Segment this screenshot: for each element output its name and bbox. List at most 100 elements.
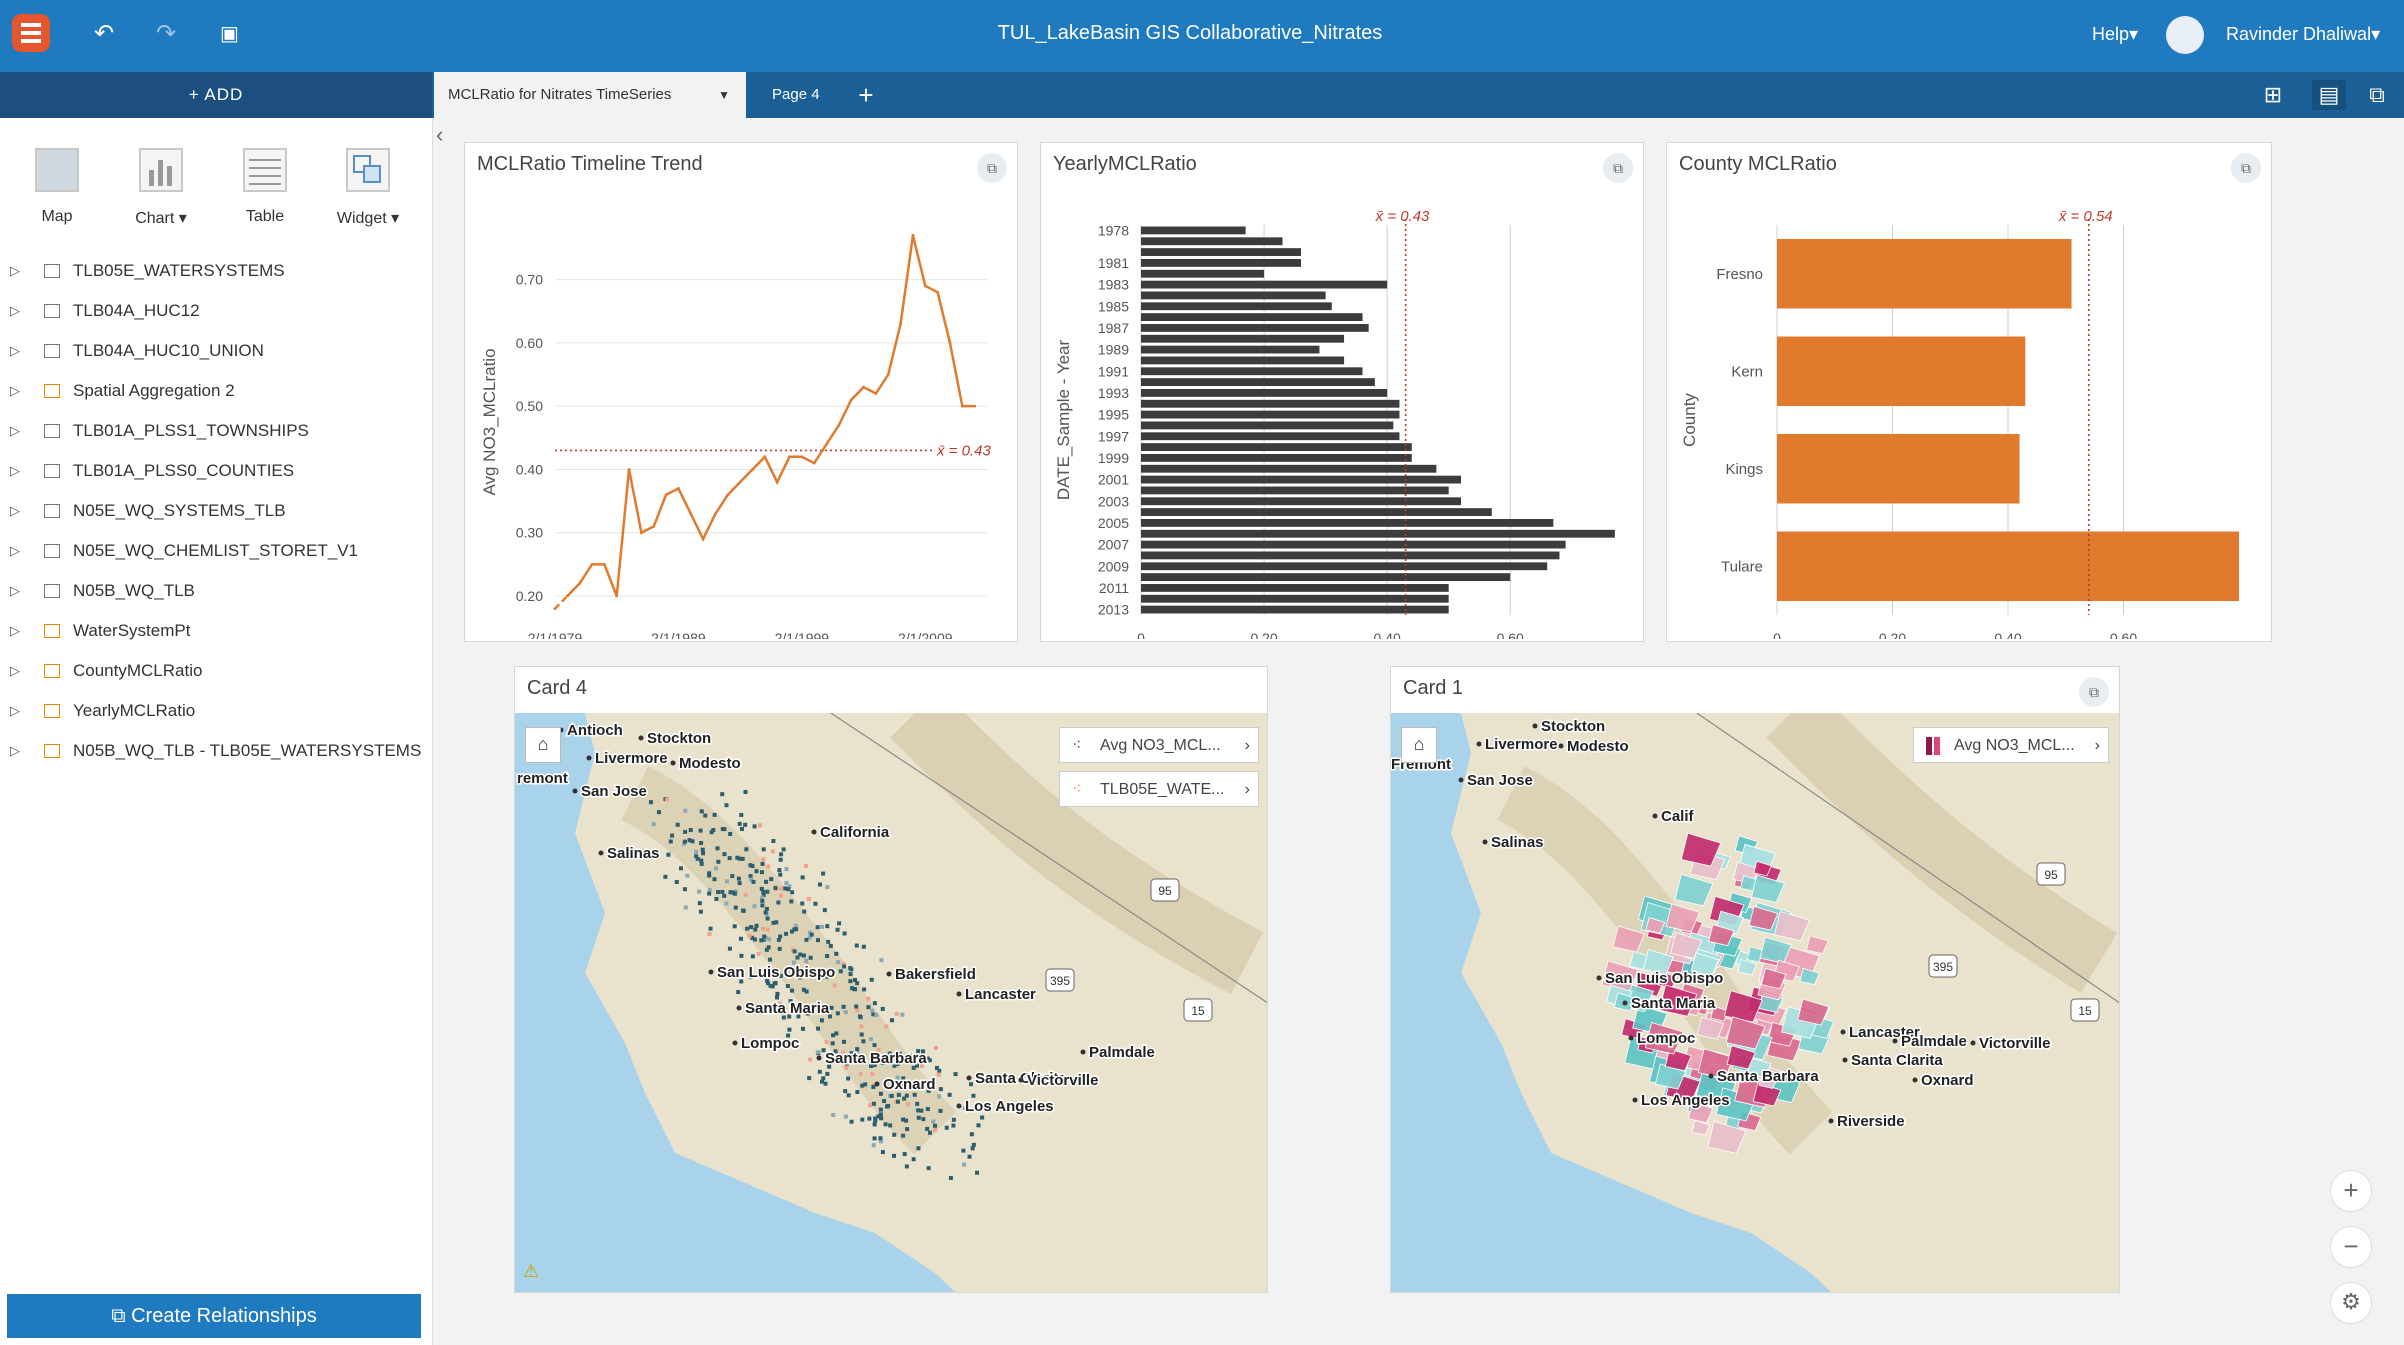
dataset-item[interactable]: ▷ TLB04A_HUC10_UNION [0, 333, 432, 369]
dataset-item[interactable]: ▷ YearlyMCLRatio [0, 693, 432, 729]
y-tick-label: 1989 [1098, 342, 1129, 358]
chevron-down-icon[interactable]: ▼ [718, 72, 730, 118]
water-system-point [870, 1008, 875, 1013]
city-label: Palmdale [1089, 1044, 1155, 1061]
dataset-item[interactable]: ▷ TLB01A_PLSS1_TOWNSHIPS [0, 413, 432, 449]
data-sidebar: Map Chart ▾ Table Widget ▾ ▷ TLB05E_WATER… [0, 118, 433, 1345]
water-system-point [828, 943, 833, 948]
water-system-point [727, 856, 732, 861]
collapse-sidebar-icon[interactable]: ‹ [436, 122, 443, 148]
card-options-icon[interactable]: ⧉ [1603, 153, 1633, 183]
water-system-point [722, 852, 727, 857]
palette-chart[interactable]: Chart ▾ [111, 148, 211, 228]
expand-triangle-icon[interactable]: ▷ [10, 413, 20, 449]
expand-triangle-icon[interactable]: ▷ [10, 533, 20, 569]
legend-avg-no3[interactable]: ⁖ Avg NO3_MCL... › [1059, 727, 1259, 763]
dataset-item[interactable]: ▷ N05E_WQ_CHEMLIST_STORET_V1 [0, 533, 432, 569]
card-4-map[interactable]: Card 4 Antioch Stockton Livermore Modesto re… [514, 666, 1268, 1293]
card-1-map[interactable]: Card 1 ⧉ Stockton Livermore Modesto Fremont… [1390, 666, 2120, 1293]
data-point [800, 455, 804, 459]
layout-grid-icon[interactable]: ⊞ [2256, 80, 2290, 110]
water-system-point [915, 1101, 920, 1106]
dataset-item[interactable]: ▷ TLB01A_PLSS0_COUNTIES [0, 453, 432, 489]
link-icon[interactable]: ⧉ [2360, 80, 2394, 110]
city-dot [874, 1081, 880, 1087]
tab-page-4[interactable]: Page 4 [772, 72, 832, 118]
water-system-point [859, 1032, 864, 1037]
expand-triangle-icon[interactable]: ▷ [10, 333, 20, 369]
water-system-point [938, 1087, 943, 1092]
map-icon [35, 148, 79, 192]
city-label: Oxnard [883, 1076, 936, 1093]
card-options-icon[interactable]: ⧉ [2079, 677, 2109, 707]
dataset-item[interactable]: ▷ CountyMCLRatio [0, 653, 432, 689]
map-view-card4[interactable]: Antioch Stockton Livermore Modesto remont San… [515, 713, 1267, 1292]
settings-gear-icon[interactable]: ⚙ [2330, 1282, 2372, 1324]
add-button[interactable]: + ADD [0, 72, 432, 118]
water-system-point [728, 831, 733, 836]
water-system-point [777, 868, 782, 873]
bar [1141, 378, 1375, 386]
expand-triangle-icon[interactable]: ▷ [10, 453, 20, 489]
create-relationships-button[interactable]: ⧉ Create Relationships [7, 1294, 421, 1338]
expand-triangle-icon[interactable]: ▷ [10, 653, 20, 689]
water-system-point [763, 910, 768, 915]
expand-triangle-icon[interactable]: ▷ [10, 253, 20, 289]
legend-watersystems[interactable]: ⁖ TLB05E_WATE... › [1059, 771, 1259, 807]
water-system-point [836, 960, 841, 965]
expand-triangle-icon[interactable]: ▷ [10, 613, 20, 649]
user-menu[interactable]: Ravinder Dhaliwal▾ [2226, 24, 2380, 45]
city-label: Bakersfield [895, 966, 976, 983]
expand-triangle-icon[interactable]: ▷ [10, 693, 20, 729]
water-system-point [741, 908, 746, 913]
card-options-icon[interactable]: ⧉ [977, 153, 1007, 183]
city-dot [1482, 839, 1488, 845]
card-timeline-trend[interactable]: MCLRatio Timeline Trend ⧉ 0.20 0.30 0.40 0.… [464, 142, 1018, 642]
water-system-point [728, 890, 733, 895]
help-menu[interactable]: Help▾ [2092, 24, 2138, 45]
avatar[interactable] [2166, 16, 2204, 54]
water-system-point [831, 1112, 836, 1117]
water-system-point [743, 789, 748, 794]
expand-triangle-icon[interactable]: ▷ [10, 493, 20, 529]
dataset-item[interactable]: ▷ N05B_WQ_TLB [0, 573, 432, 609]
tab-mclratio-timeseries[interactable]: MCLRatio for Nitrates TimeSeries ▼ [434, 72, 746, 118]
water-system-point [745, 926, 750, 931]
card-options-icon[interactable]: ⧉ [2231, 153, 2261, 183]
layout-panel-icon[interactable]: ▤ [2312, 80, 2346, 110]
palette-widget[interactable]: Widget ▾ [318, 148, 418, 228]
data-point [615, 594, 619, 598]
palette-table[interactable]: Table [215, 148, 315, 226]
palette-map[interactable]: Map [7, 148, 107, 226]
card-yearly-ratio[interactable]: YearlyMCLRatio ⧉ 0 0.20 0.40 0.60 1978 1981 19… [1040, 142, 1644, 642]
legend-avg-no3[interactable]: Avg NO3_MCL... › [1913, 727, 2109, 763]
water-system-point [794, 927, 799, 932]
zoom-out-button[interactable]: − [2330, 1226, 2372, 1268]
expand-triangle-icon[interactable]: ▷ [10, 573, 20, 609]
dataset-item[interactable]: ▷ N05B_WQ_TLB - TLB05E_WATERSYSTEMS [0, 733, 432, 769]
dataset-item[interactable]: ▷ TLB04A_HUC12 [0, 293, 432, 329]
map-view-card1[interactable]: Stockton Livermore Modesto Fremont San Jose S… [1391, 713, 2119, 1292]
expand-triangle-icon[interactable]: ▷ [10, 293, 20, 329]
water-system-point [858, 1015, 863, 1020]
zoom-in-button[interactable]: + [2330, 1170, 2372, 1212]
expand-triangle-icon[interactable]: ▷ [10, 373, 20, 409]
water-system-point [760, 926, 765, 931]
y-tick-label: 2001 [1098, 472, 1129, 488]
add-page-button[interactable]: + [846, 72, 886, 118]
dataset-item[interactable]: ▷ N05E_WQ_SYSTEMS_TLB [0, 493, 432, 529]
bar [1141, 410, 1400, 419]
expand-triangle-icon[interactable]: ▷ [10, 733, 20, 769]
home-icon[interactable]: ⌂ [1401, 727, 1437, 763]
view-icon [44, 704, 60, 718]
city-label: Antioch [567, 722, 623, 739]
water-system-point [931, 1119, 936, 1124]
dataset-item[interactable]: ▷ WaterSystemPt [0, 613, 432, 649]
map-canvas[interactable]: StocktonLivermore ModestoFremontSan JoseS… [1391, 713, 2119, 1292]
chevron-right-icon: › [1244, 737, 1250, 754]
card-county-ratio[interactable]: County MCLRatio ⧉ 0 0.20 0.40 0.60 Fresno Ker… [1666, 142, 2272, 642]
dataset-item[interactable]: ▷ Spatial Aggregation 2 [0, 373, 432, 409]
dataset-item[interactable]: ▷ TLB05E_WATERSYSTEMS [0, 253, 432, 289]
city-dot [811, 829, 817, 835]
home-icon[interactable]: ⌂ [525, 727, 561, 763]
